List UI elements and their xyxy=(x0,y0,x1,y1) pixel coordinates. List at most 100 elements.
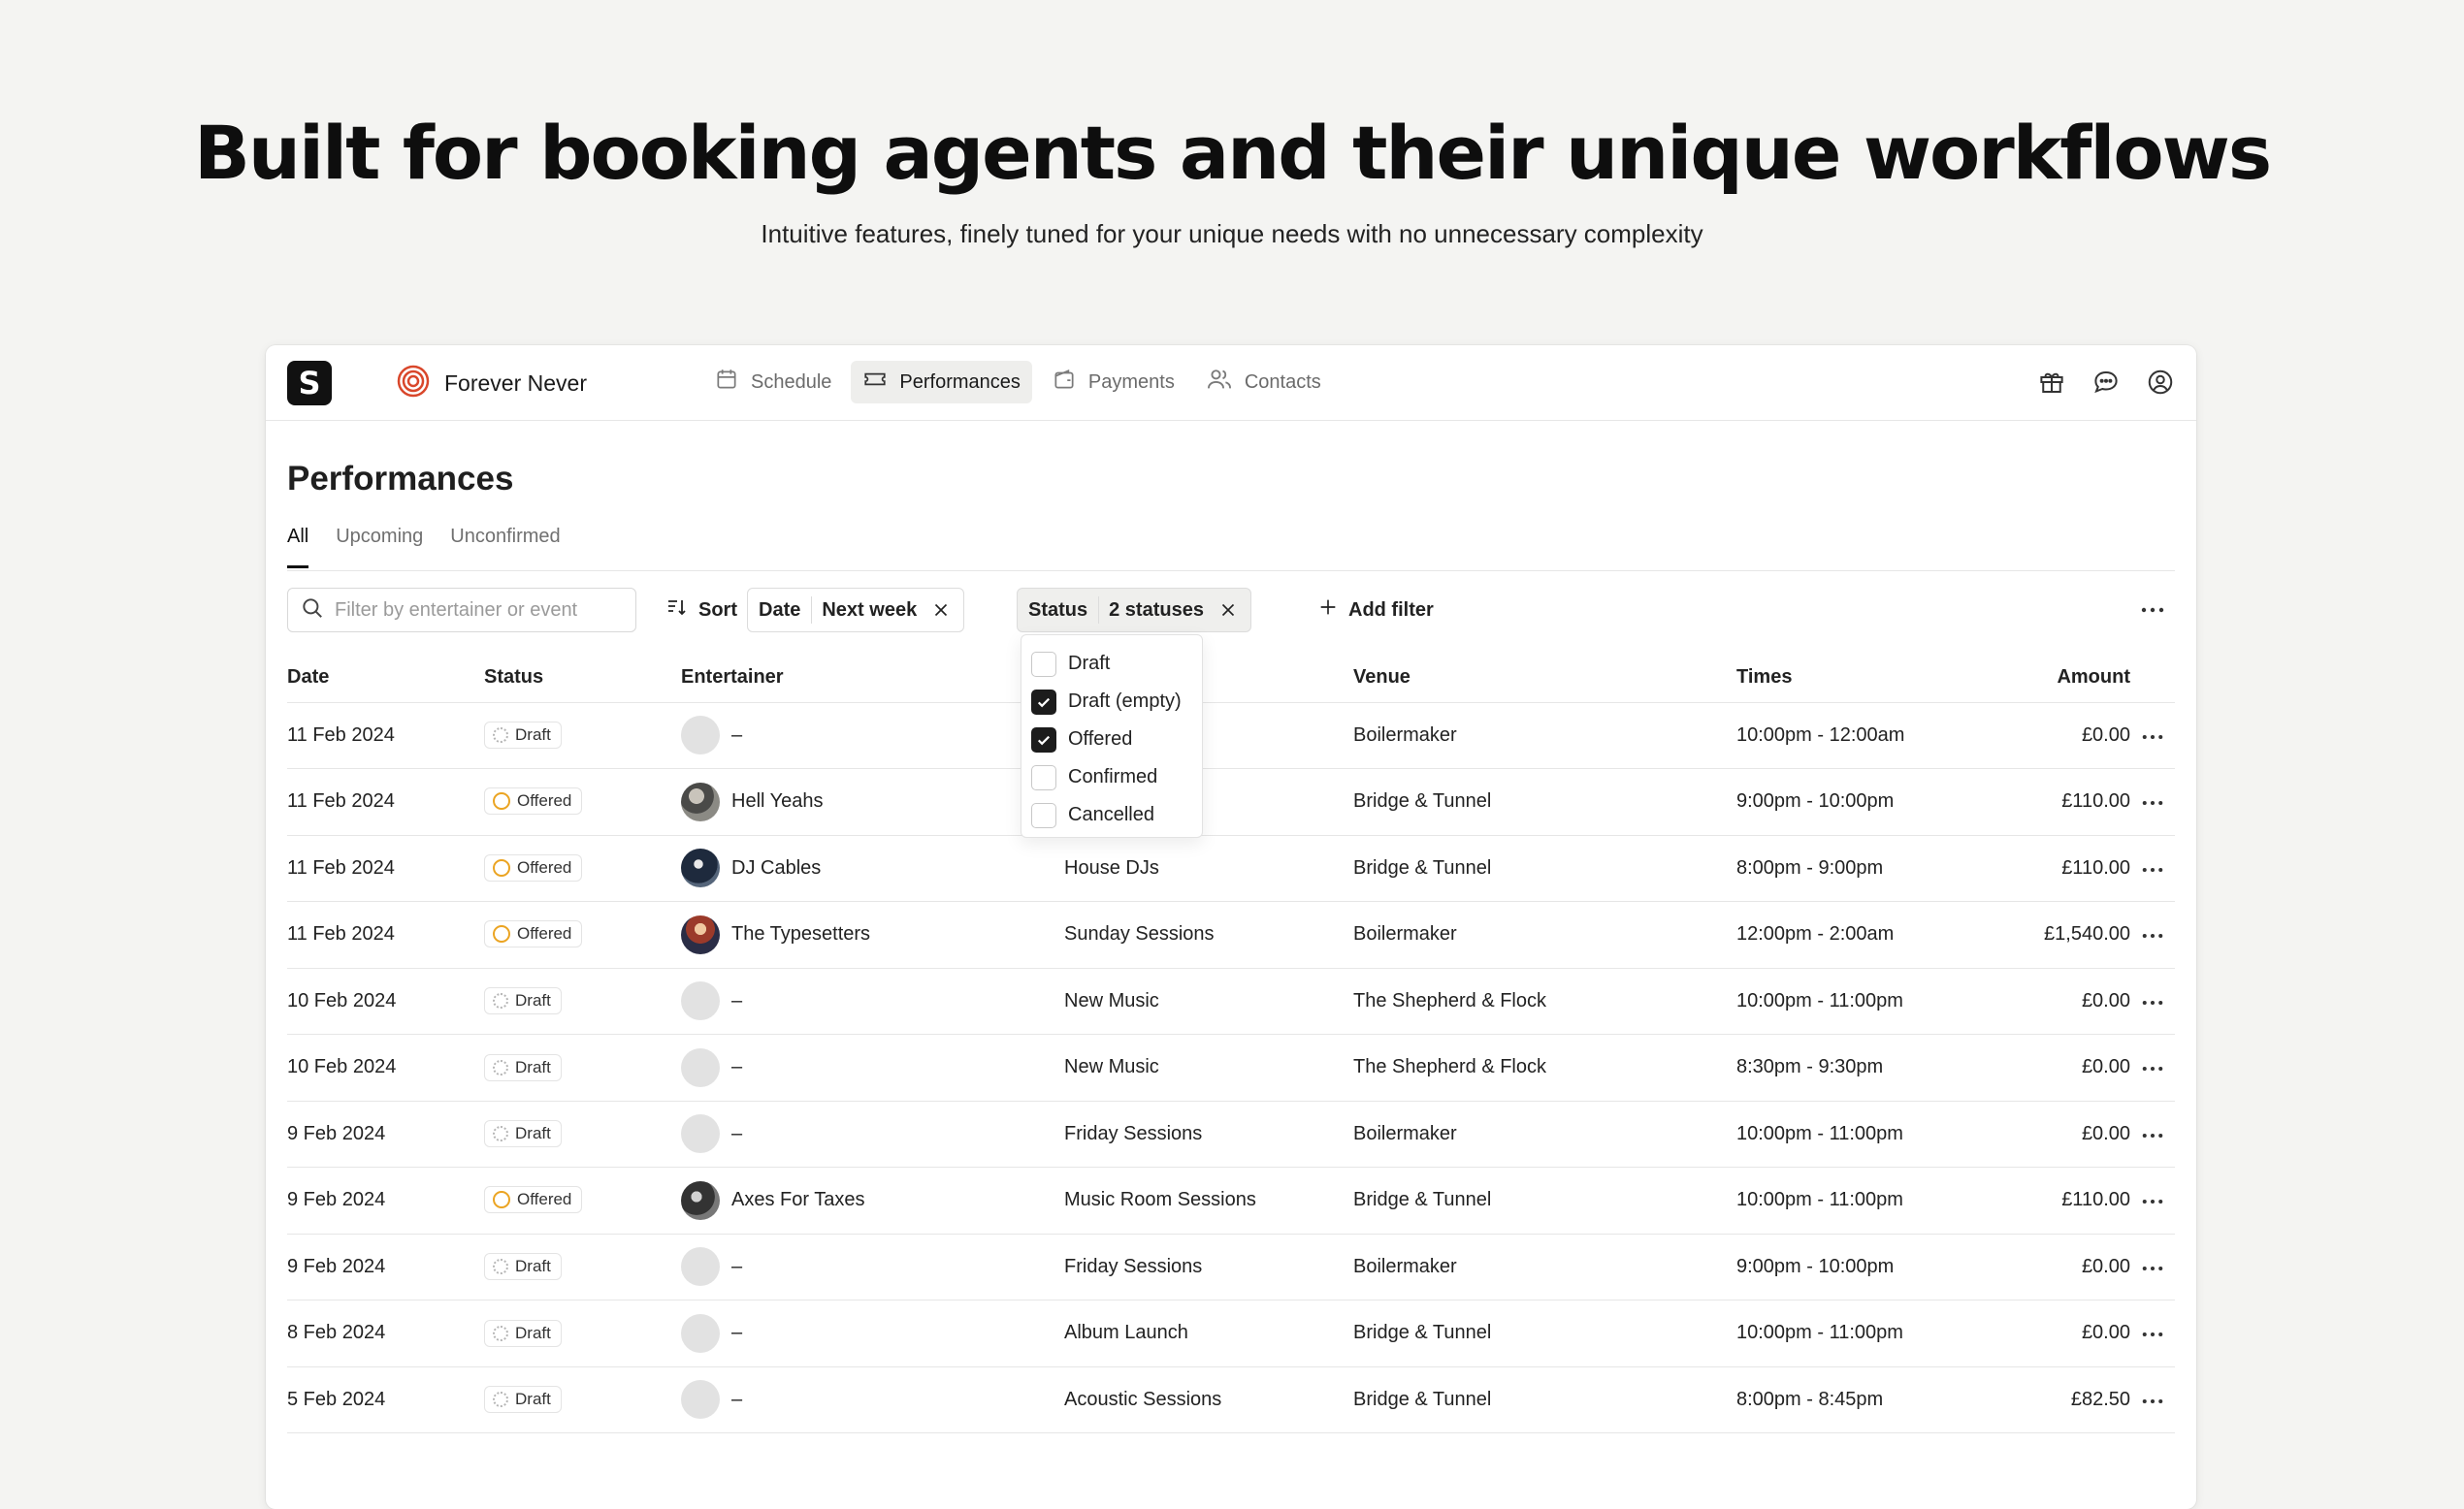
nav-payments[interactable]: Payments xyxy=(1040,361,1186,403)
plus-icon xyxy=(1317,596,1339,624)
entertainer-name[interactable]: – xyxy=(731,1123,742,1145)
table-row[interactable]: 11 Feb 2024 Draft – …ns Boilermaker 10:0… xyxy=(287,702,2175,769)
entertainer-name[interactable]: Axes For Taxes xyxy=(731,1189,864,1211)
app-logo[interactable]: S xyxy=(287,361,332,405)
table-row[interactable]: 11 Feb 2024 Offered DJ Cables House DJs … xyxy=(287,835,2175,902)
entertainer-name[interactable]: – xyxy=(731,724,742,747)
tab-all[interactable]: All xyxy=(287,526,309,568)
table-row[interactable]: 11 Feb 2024 Offered The Typesetters Sund… xyxy=(287,901,2175,969)
status-option[interactable]: Offered xyxy=(1021,721,1202,758)
entertainer-name[interactable]: – xyxy=(731,1256,742,1278)
cell-entertainer: – xyxy=(681,1234,1064,1300)
row-more-icon[interactable] xyxy=(2130,702,2175,769)
table-row[interactable]: 9 Feb 2024 Offered Axes For Taxes Music … xyxy=(287,1167,2175,1235)
row-more-icon[interactable] xyxy=(2130,1167,2175,1235)
cell-times: 8:30pm - 9:30pm xyxy=(1736,1034,1960,1102)
cell-entertainer: – xyxy=(681,1101,1064,1168)
cell-date: 10 Feb 2024 xyxy=(287,1034,484,1102)
entertainer-name[interactable]: DJ Cables xyxy=(731,857,821,880)
workspace-switcher[interactable]: Forever Never xyxy=(396,365,587,401)
cell-amount: £110.00 xyxy=(1960,768,2130,836)
col-amount[interactable]: Amount xyxy=(1960,654,2130,703)
cell-entertainer: – xyxy=(681,1366,1064,1433)
sort-button[interactable]: Sort xyxy=(665,588,737,632)
checkbox-checked-icon[interactable] xyxy=(1031,726,1056,753)
table-row[interactable]: 10 Feb 2024 Draft – New Music The Shephe… xyxy=(287,1034,2175,1102)
checkbox-checked-icon[interactable] xyxy=(1031,689,1056,715)
checkbox-icon[interactable] xyxy=(1031,802,1056,828)
more-options-icon[interactable] xyxy=(2130,588,2175,632)
cell-entertainer: The Typesetters xyxy=(681,901,1064,969)
chat-icon[interactable] xyxy=(2090,366,2123,399)
status-label: Offered xyxy=(517,1190,572,1209)
cell-amount: £0.00 xyxy=(1960,1234,2130,1300)
status-filter-close-icon[interactable] xyxy=(1217,599,1250,621)
page-title: Performances xyxy=(287,460,514,498)
status-badge: Offered xyxy=(484,787,583,816)
status-filter-key: Status xyxy=(1018,596,1100,624)
table-row[interactable]: 9 Feb 2024 Draft – Friday Sessions Boile… xyxy=(287,1234,2175,1300)
status-option[interactable]: Draft xyxy=(1021,645,1202,683)
cell-times: 8:00pm - 9:00pm xyxy=(1736,835,1960,902)
table-row[interactable]: 10 Feb 2024 Draft – New Music The Shephe… xyxy=(287,968,2175,1035)
cell-event: New Music xyxy=(1064,1034,1353,1102)
nav-schedule[interactable]: Schedule xyxy=(702,361,843,403)
cell-date: 11 Feb 2024 xyxy=(287,768,484,836)
status-dot-icon xyxy=(493,1059,508,1076)
row-more-icon[interactable] xyxy=(2130,1300,2175,1367)
cell-event: Friday Sessions xyxy=(1064,1234,1353,1300)
date-filter-close-icon[interactable] xyxy=(930,599,963,621)
checkbox-icon[interactable] xyxy=(1031,764,1056,790)
status-label: Draft xyxy=(515,725,551,745)
table-row[interactable]: 5 Feb 2024 Draft – Acoustic Sessions Bri… xyxy=(287,1366,2175,1433)
table-row[interactable]: 8 Feb 2024 Draft – Album Launch Bridge &… xyxy=(287,1300,2175,1367)
entertainer-name[interactable]: – xyxy=(731,1322,742,1344)
row-more-icon[interactable] xyxy=(2130,901,2175,969)
entertainer-name[interactable]: – xyxy=(731,990,742,1012)
status-label: Draft xyxy=(515,1390,551,1409)
col-entertainer[interactable]: Entertainer xyxy=(681,654,1064,703)
cell-date: 11 Feb 2024 xyxy=(287,835,484,902)
col-status[interactable]: Status xyxy=(484,654,681,703)
date-filter-chip[interactable]: Date Next week xyxy=(747,588,965,632)
avatar xyxy=(681,1047,720,1087)
cell-status: Draft xyxy=(484,702,681,769)
cell-amount: £0.00 xyxy=(1960,1300,2130,1367)
row-more-icon[interactable] xyxy=(2130,1234,2175,1300)
entertainer-name[interactable]: Hell Yeahs xyxy=(731,790,824,813)
row-more-icon[interactable] xyxy=(2130,768,2175,836)
row-more-icon[interactable] xyxy=(2130,1366,2175,1433)
cell-amount: £0.00 xyxy=(1960,702,2130,769)
tab-unconfirmed[interactable]: Unconfirmed xyxy=(450,526,560,568)
row-more-icon[interactable] xyxy=(2130,1034,2175,1102)
nav-performances[interactable]: Performances xyxy=(851,361,1032,403)
entertainer-name[interactable]: The Typesetters xyxy=(731,923,870,946)
avatar xyxy=(681,1313,720,1353)
checkbox-icon[interactable] xyxy=(1031,651,1056,677)
cell-date: 9 Feb 2024 xyxy=(287,1101,484,1168)
row-more-icon[interactable] xyxy=(2130,1101,2175,1168)
col-times[interactable]: Times xyxy=(1736,654,1960,703)
entertainer-name[interactable]: – xyxy=(731,1389,742,1411)
status-label: Offered xyxy=(517,791,572,811)
status-option[interactable]: Draft (empty) xyxy=(1021,683,1202,721)
table-row[interactable]: 9 Feb 2024 Draft – Friday Sessions Boile… xyxy=(287,1101,2175,1168)
table-row[interactable]: 11 Feb 2024 Offered Hell Yeahs Bridge & … xyxy=(287,768,2175,836)
avatar xyxy=(681,782,720,821)
status-option[interactable]: Cancelled xyxy=(1021,796,1202,834)
status-option[interactable]: Confirmed xyxy=(1021,758,1202,796)
row-more-icon[interactable] xyxy=(2130,968,2175,1035)
add-filter-button[interactable]: Add filter xyxy=(1317,588,1434,632)
row-more-icon[interactable] xyxy=(2130,835,2175,902)
cell-venue: Boilermaker xyxy=(1353,702,1736,769)
tab-upcoming[interactable]: Upcoming xyxy=(336,526,423,568)
account-icon[interactable] xyxy=(2144,366,2177,399)
cell-date: 9 Feb 2024 xyxy=(287,1234,484,1300)
gift-icon[interactable] xyxy=(2035,366,2068,399)
col-date[interactable]: Date xyxy=(287,654,484,703)
col-venue[interactable]: Venue xyxy=(1353,654,1736,703)
entertainer-name[interactable]: – xyxy=(731,1056,742,1078)
search-input[interactable] xyxy=(335,598,616,622)
nav-contacts[interactable]: Contacts xyxy=(1194,361,1333,403)
status-filter-chip[interactable]: Status 2 statuses xyxy=(1017,588,1251,632)
